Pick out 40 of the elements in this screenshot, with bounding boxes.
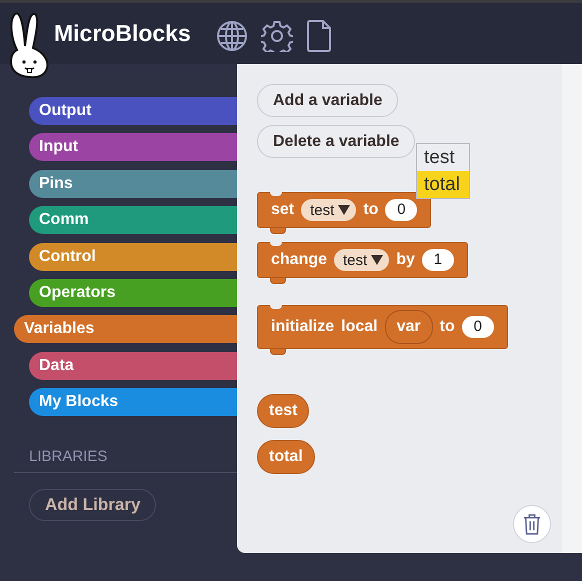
caret-icon	[338, 205, 350, 215]
add-library-button[interactable]: Add Library	[29, 489, 156, 522]
number-input[interactable]: 0	[462, 316, 494, 338]
variable-dropdown[interactable]: test	[301, 199, 356, 221]
palette-button[interactable]: Delete a variable	[257, 125, 416, 158]
globe-icon[interactable]	[216, 20, 248, 52]
category-tab[interactable]: Operators	[29, 278, 237, 307]
block-label: change	[271, 251, 328, 269]
category-tab[interactable]: Variables	[14, 315, 237, 344]
block-label: to	[440, 318, 455, 336]
block-label: initialize	[271, 318, 334, 336]
block-label: local	[341, 318, 378, 336]
variable-block[interactable]: total	[257, 440, 315, 474]
trash-icon	[523, 513, 541, 535]
number-input[interactable]: 0	[385, 199, 418, 221]
local-variable[interactable]: var	[384, 310, 433, 344]
category-tab[interactable]: Output	[29, 97, 237, 125]
menu-item[interactable]: total	[417, 171, 469, 198]
app-title: MicroBlocks	[54, 20, 191, 47]
category-tab[interactable]: Input	[29, 133, 237, 162]
variable-dropdown[interactable]: test	[334, 249, 390, 271]
menu-item[interactable]: test	[417, 144, 469, 171]
caret-icon	[371, 255, 384, 265]
category-tab[interactable]: Data	[29, 352, 237, 380]
number-input[interactable]: 1	[422, 249, 454, 271]
category-tab[interactable]: Pins	[29, 170, 237, 198]
trash-button[interactable]	[513, 505, 551, 543]
settings-icon[interactable]	[260, 20, 293, 52]
block-label: to	[363, 201, 378, 219]
command-block[interactable]: change test by 1	[257, 242, 468, 284]
variable-block[interactable]: test	[257, 394, 310, 428]
command-block[interactable]: set test to 0	[257, 192, 432, 234]
section-heading: LIBRARIES	[29, 448, 108, 466]
command-block[interactable]: initialize local var to 0	[257, 305, 508, 355]
block-label: set	[271, 201, 294, 219]
category-tab[interactable]: Comm	[29, 206, 237, 234]
palette-button[interactable]: Add a variable	[257, 84, 398, 117]
file-icon[interactable]	[306, 20, 332, 52]
block-label: by	[396, 251, 415, 269]
category-tab[interactable]: My Blocks	[29, 388, 237, 416]
